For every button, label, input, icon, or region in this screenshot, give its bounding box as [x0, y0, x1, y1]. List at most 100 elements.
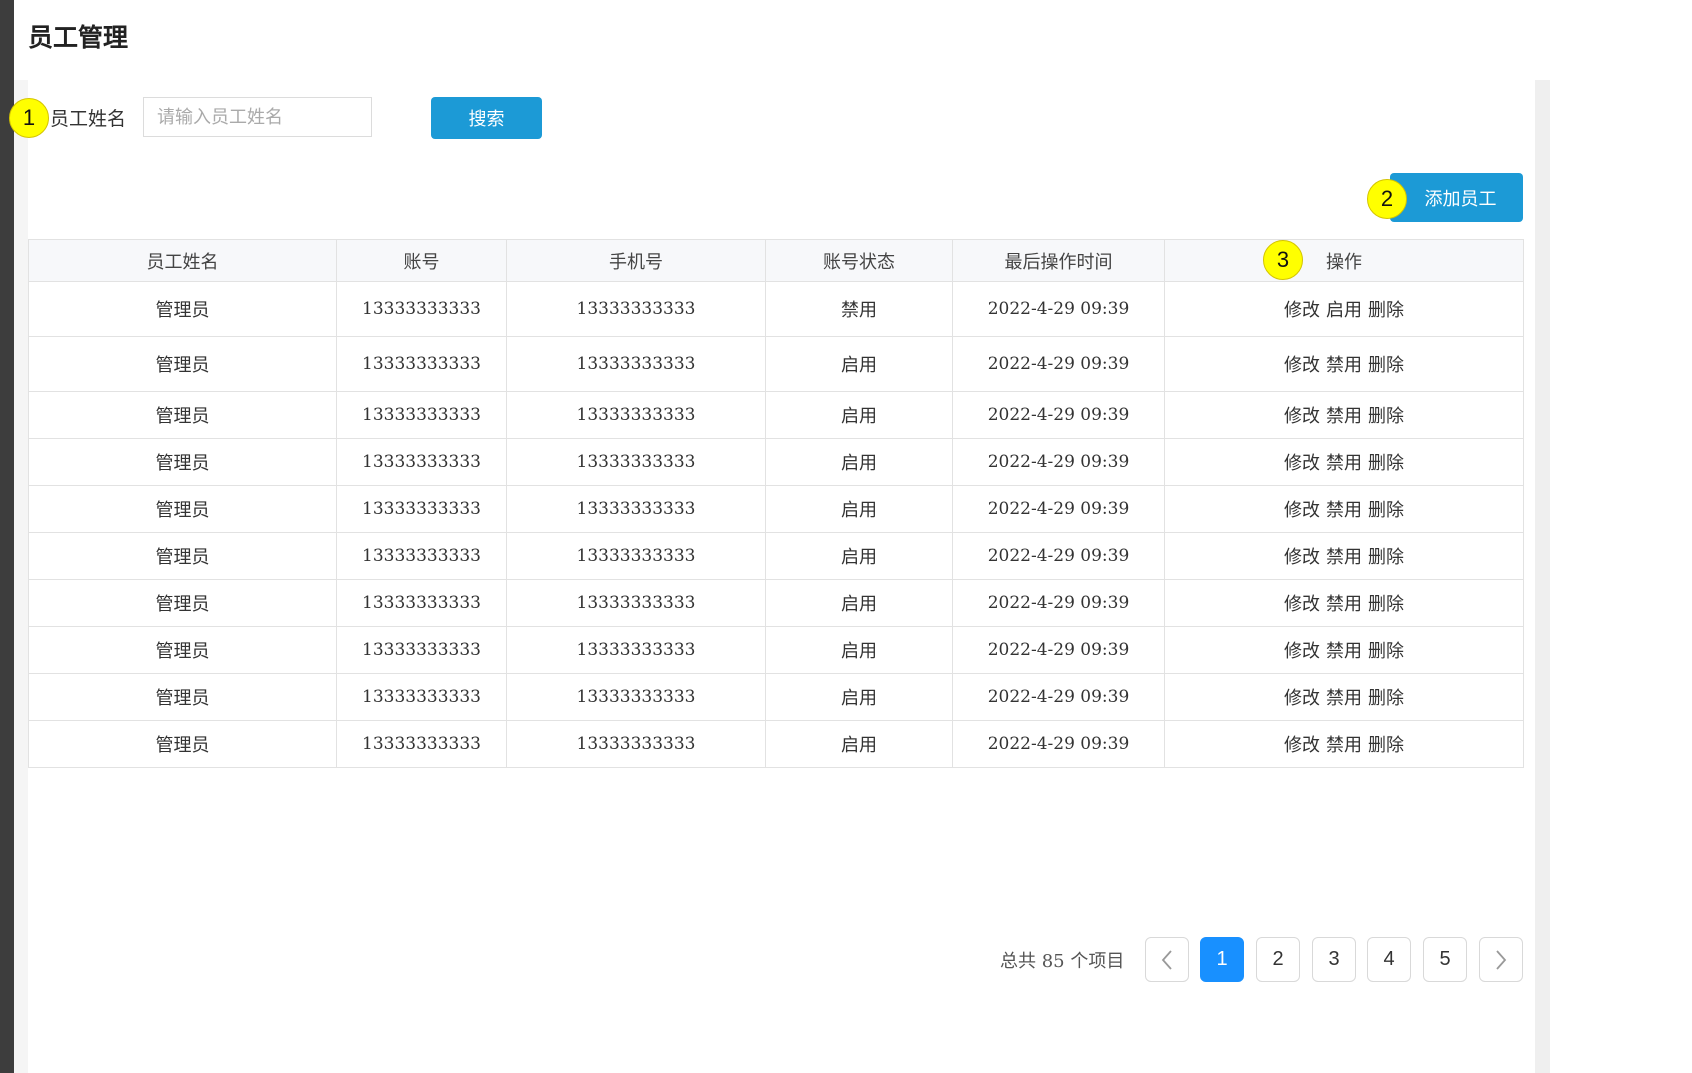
- add-employee-label: 添加员工: [1424, 188, 1497, 210]
- edit-action-link[interactable]: 修改: [1284, 543, 1320, 569]
- cell-actions: 修改 禁用 删除: [1164, 720, 1524, 768]
- table-row: 管理员 13333333333 13333333333 启用 2022-4-29 09:…: [28, 626, 1524, 674]
- cell-account: 13333333333: [336, 438, 507, 486]
- cell-status: 禁用: [765, 281, 953, 337]
- edit-action-link[interactable]: 修改: [1284, 402, 1320, 428]
- toggle-status-action-link[interactable]: 禁用: [1326, 351, 1362, 377]
- edit-action-link[interactable]: 修改: [1284, 684, 1320, 710]
- page-button-3[interactable]: 3: [1312, 937, 1356, 982]
- cell-status: 启用: [765, 485, 953, 533]
- page-button-2[interactable]: 2: [1256, 937, 1300, 982]
- cell-actions: 修改 禁用 删除: [1164, 336, 1524, 392]
- toggle-status-action-link[interactable]: 启用: [1326, 296, 1362, 322]
- cell-actions: 修改 禁用 删除: [1164, 485, 1524, 533]
- cell-status: 启用: [765, 579, 953, 627]
- table-row: 管理员 13333333333 13333333333 禁用 2022-4-29 09:…: [28, 281, 1524, 337]
- delete-action-link[interactable]: 删除: [1368, 449, 1404, 475]
- employee-table-container: 员工姓名 账号 手机号 账号状态 最后操作时间 操作 管理员 1333333333…: [28, 239, 1524, 768]
- delete-action-link[interactable]: 删除: [1368, 731, 1404, 757]
- cell-phone: 13333333333: [506, 579, 766, 627]
- column-header-last-time: 最后操作时间: [952, 239, 1165, 282]
- cell-status: 启用: [765, 391, 953, 439]
- toggle-status-action-link[interactable]: 禁用: [1326, 449, 1362, 475]
- toggle-status-action-link[interactable]: 禁用: [1326, 590, 1362, 616]
- cell-last-time: 2022-4-29 09:39: [952, 673, 1165, 721]
- cell-phone: 13333333333: [506, 438, 766, 486]
- toggle-status-action-link[interactable]: 禁用: [1326, 731, 1362, 757]
- cell-last-time: 2022-4-29 09:39: [952, 281, 1165, 337]
- toggle-status-action-link[interactable]: 禁用: [1326, 402, 1362, 428]
- cell-name: 管理员: [28, 673, 337, 721]
- cell-account: 13333333333: [336, 485, 507, 533]
- right-scroll-track: [1535, 80, 1550, 1073]
- cell-last-time: 2022-4-29 09:39: [952, 532, 1165, 580]
- column-header-account: 账号: [336, 239, 507, 282]
- cell-actions: 修改 禁用 删除: [1164, 579, 1524, 627]
- edit-action-link[interactable]: 修改: [1284, 496, 1320, 522]
- cell-name: 管理员: [28, 532, 337, 580]
- table-row: 管理员 13333333333 13333333333 启用 2022-4-29 09:…: [28, 336, 1524, 392]
- cell-actions: 修改 禁用 删除: [1164, 438, 1524, 486]
- cell-name: 管理员: [28, 720, 337, 768]
- toggle-status-action-link[interactable]: 禁用: [1326, 543, 1362, 569]
- cell-last-time: 2022-4-29 09:39: [952, 626, 1165, 674]
- cell-phone: 13333333333: [506, 532, 766, 580]
- delete-action-link[interactable]: 删除: [1368, 296, 1404, 322]
- page-button-1[interactable]: 1: [1200, 937, 1244, 982]
- column-header-name: 员工姓名: [28, 239, 337, 282]
- toggle-status-action-link[interactable]: 禁用: [1326, 496, 1362, 522]
- cell-phone: 13333333333: [506, 391, 766, 439]
- cell-name: 管理员: [28, 336, 337, 392]
- edit-action-link[interactable]: 修改: [1284, 449, 1320, 475]
- cell-phone: 13333333333: [506, 485, 766, 533]
- column-header-status: 账号状态: [765, 239, 953, 282]
- toggle-status-action-link[interactable]: 禁用: [1326, 684, 1362, 710]
- table-row: 管理员 13333333333 13333333333 启用 2022-4-29 09:…: [28, 532, 1524, 580]
- cell-actions: 修改 启用 删除: [1164, 281, 1524, 337]
- delete-action-link[interactable]: 删除: [1368, 590, 1404, 616]
- table-row: 管理员 13333333333 13333333333 启用 2022-4-29 09:…: [28, 720, 1524, 768]
- page-button-4[interactable]: 4: [1367, 937, 1411, 982]
- delete-action-link[interactable]: 删除: [1368, 637, 1404, 663]
- table-row: 管理员 13333333333 13333333333 启用 2022-4-29 09:…: [28, 579, 1524, 627]
- cell-account: 13333333333: [336, 391, 507, 439]
- cell-phone: 13333333333: [506, 336, 766, 392]
- table-row: 管理员 13333333333 13333333333 启用 2022-4-29 09:…: [28, 485, 1524, 533]
- delete-action-link[interactable]: 删除: [1368, 684, 1404, 710]
- chevron-left-icon: [1161, 949, 1172, 970]
- cell-last-time: 2022-4-29 09:39: [952, 438, 1165, 486]
- cell-actions: 修改 禁用 删除: [1164, 673, 1524, 721]
- cell-account: 13333333333: [336, 336, 507, 392]
- cell-name: 管理员: [28, 626, 337, 674]
- delete-action-link[interactable]: 删除: [1368, 543, 1404, 569]
- toggle-status-action-link[interactable]: 禁用: [1326, 637, 1362, 663]
- annotation-marker-2: 2: [1367, 179, 1407, 219]
- edit-action-link[interactable]: 修改: [1284, 731, 1320, 757]
- cell-account: 13333333333: [336, 281, 507, 337]
- delete-action-link[interactable]: 删除: [1368, 351, 1404, 377]
- cell-last-time: 2022-4-29 09:39: [952, 485, 1165, 533]
- prev-page-button[interactable]: [1145, 937, 1189, 982]
- cell-account: 13333333333: [336, 626, 507, 674]
- panel-gutter: [14, 80, 28, 1073]
- next-page-button[interactable]: [1479, 937, 1523, 982]
- cell-name: 管理员: [28, 438, 337, 486]
- edit-action-link[interactable]: 修改: [1284, 637, 1320, 663]
- cell-last-time: 2022-4-29 09:39: [952, 579, 1165, 627]
- search-button[interactable]: 搜索: [431, 97, 542, 139]
- edit-action-link[interactable]: 修改: [1284, 590, 1320, 616]
- add-employee-button[interactable]: 添加员工: [1390, 173, 1523, 222]
- cell-last-time: 2022-4-29 09:39: [952, 720, 1165, 768]
- delete-action-link[interactable]: 删除: [1368, 402, 1404, 428]
- edit-action-link[interactable]: 修改: [1284, 351, 1320, 377]
- edit-action-link[interactable]: 修改: [1284, 296, 1320, 322]
- cell-account: 13333333333: [336, 532, 507, 580]
- cell-actions: 修改 禁用 删除: [1164, 391, 1524, 439]
- page-button-5[interactable]: 5: [1423, 937, 1467, 982]
- chevron-right-icon: [1496, 949, 1507, 970]
- delete-action-link[interactable]: 删除: [1368, 496, 1404, 522]
- cell-last-time: 2022-4-29 09:39: [952, 336, 1165, 392]
- employee-name-search-input[interactable]: [143, 97, 372, 137]
- search-label: 员工姓名: [50, 108, 127, 130]
- annotation-marker-1: 1: [9, 98, 49, 138]
